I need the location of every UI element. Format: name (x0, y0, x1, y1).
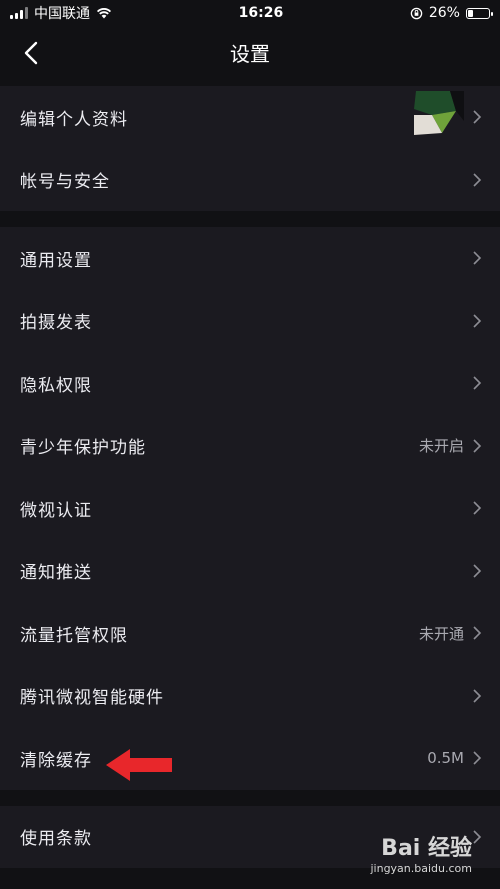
chevron-right-icon (473, 689, 482, 703)
status-left: 中国联通 (10, 3, 112, 23)
row-value: 未开通 (418, 624, 464, 643)
chevron-right-icon (473, 626, 482, 640)
chevron-right-icon (473, 751, 482, 765)
battery-percent: 26% (428, 5, 460, 21)
row-notifications[interactable]: 通知推送 (0, 540, 500, 603)
row-label: 隐私权限 (20, 375, 92, 396)
row-clear-cache[interactable]: 清除缓存 0.5M (0, 727, 500, 790)
baidu-logo: Bai 经验 (381, 836, 472, 861)
baidu-url: jingyan.baidu.com (370, 862, 472, 875)
back-button[interactable] (16, 38, 46, 68)
battery-icon (465, 7, 493, 19)
row-label: 腾讯微视智能硬件 (20, 688, 164, 709)
wifi-icon (96, 8, 112, 19)
status-time: 16:26 (238, 5, 284, 21)
row-teen-protection[interactable]: 青少年保护功能 未开启 (0, 415, 500, 478)
chevron-right-icon (473, 439, 482, 453)
row-label: 帐号与安全 (20, 172, 110, 193)
row-label: 通知推送 (20, 563, 92, 584)
settings-group-main: 通用设置 拍摄发表 隐私权限 青少年保护功能 未开启 微视认证 通知推送 流量托… (0, 227, 500, 790)
chevron-right-icon (473, 314, 482, 328)
row-smart-hardware[interactable]: 腾讯微视智能硬件 (0, 665, 500, 728)
row-label: 编辑个人资料 (20, 109, 128, 130)
section-divider (0, 789, 500, 806)
chevron-right-icon (473, 501, 482, 515)
row-account-security[interactable]: 帐号与安全 (0, 149, 500, 212)
chevron-right-icon (473, 564, 482, 578)
row-verification[interactable]: 微视认证 (0, 477, 500, 540)
rotation-lock-icon (410, 7, 423, 19)
settings-group-profile: 编辑个人资料 帐号与安全 (0, 86, 500, 211)
status-right: 26% (410, 5, 493, 21)
row-label: 流量托管权限 (20, 625, 128, 646)
cache-size: 0.5M (427, 749, 464, 768)
chevron-right-icon (473, 110, 482, 124)
section-divider (0, 211, 500, 227)
row-general-settings[interactable]: 通用设置 (0, 227, 500, 290)
row-data-plan[interactable]: 流量托管权限 未开通 (0, 602, 500, 665)
chevron-right-icon (473, 251, 482, 265)
chevron-right-icon (473, 830, 482, 844)
carrier-name: 中国联通 (34, 6, 90, 22)
row-label: 拍摄发表 (20, 313, 92, 334)
row-label: 青少年保护功能 (20, 438, 146, 459)
row-label: 清除缓存 (20, 750, 92, 771)
status-bar: 中国联通 16:26 26% (0, 0, 500, 26)
chevron-left-icon (24, 41, 38, 65)
row-edit-profile[interactable]: 编辑个人资料 (0, 86, 500, 149)
red-arrow-annotation (106, 749, 172, 781)
row-shoot-publish[interactable]: 拍摄发表 (0, 290, 500, 353)
nav-bar: 设置 (0, 26, 500, 78)
row-label: 通用设置 (20, 250, 92, 271)
row-value: 未开启 (418, 437, 464, 456)
chevron-right-icon (473, 376, 482, 390)
baidu-watermark: Bai 经验 jingyan.baidu.com (370, 830, 472, 875)
avatar[interactable] (412, 91, 464, 144)
chevron-right-icon (473, 173, 482, 187)
page-title: 设置 (230, 41, 270, 66)
row-privacy[interactable]: 隐私权限 (0, 352, 500, 415)
row-label: 微视认证 (20, 500, 92, 521)
signal-icon (10, 7, 28, 19)
